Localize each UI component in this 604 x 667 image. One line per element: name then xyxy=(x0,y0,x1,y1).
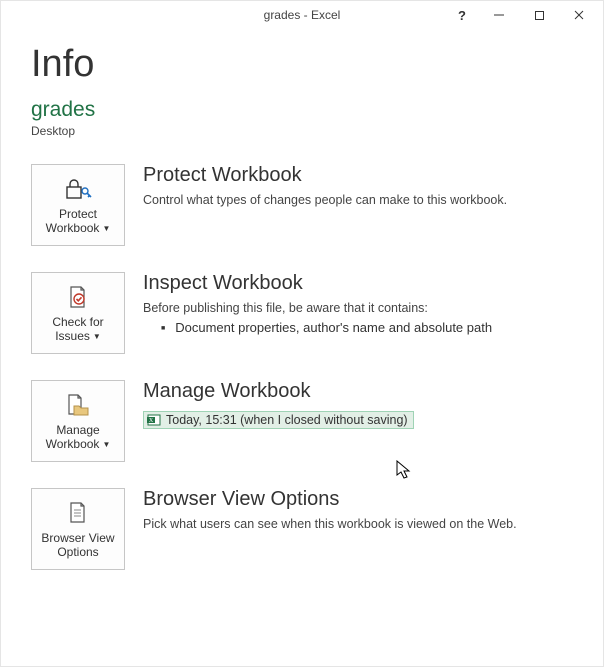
protect-desc: Control what types of changes people can… xyxy=(143,191,573,210)
close-icon xyxy=(573,9,585,21)
inspect-bullet: Document properties, author's name and a… xyxy=(161,320,573,335)
chevron-down-icon: ▼ xyxy=(93,332,101,341)
minimize-button[interactable] xyxy=(479,3,519,27)
backstage-content: Info grades Desktop Protect Workbook▼ Pr… xyxy=(1,29,603,600)
minimize-icon xyxy=(493,9,505,21)
document-check-icon xyxy=(66,283,90,311)
section-inspect: Check for Issues▼ Inspect Workbook Befor… xyxy=(31,272,573,354)
autosave-version-item[interactable]: X Today, 15:31 (when I closed without sa… xyxy=(143,411,414,429)
document-name: grades xyxy=(31,98,573,122)
help-button[interactable]: ? xyxy=(445,3,479,27)
section-protect: Protect Workbook▼ Protect Workbook Contr… xyxy=(31,164,573,246)
browser-view-options-button[interactable]: Browser View Options xyxy=(31,488,125,570)
version-label: Today, 15:31 (when I closed without savi… xyxy=(166,413,408,427)
tile-label: Protect Workbook xyxy=(46,207,100,235)
check-for-issues-button[interactable]: Check for Issues▼ xyxy=(31,272,125,354)
section-browser-view: Browser View Options Browser View Option… xyxy=(31,488,573,570)
section-manage: Manage Workbook▼ Manage Workbook X Today… xyxy=(31,380,573,462)
tile-label: Browser View Options xyxy=(41,531,114,559)
protect-workbook-button[interactable]: Protect Workbook▼ xyxy=(31,164,125,246)
maximize-icon xyxy=(534,10,545,21)
excel-file-icon: X xyxy=(147,413,161,427)
title-bar: grades - Excel ? xyxy=(1,1,603,29)
svg-text:X: X xyxy=(149,418,154,424)
document-path: Desktop xyxy=(31,124,573,138)
lock-key-icon xyxy=(64,175,92,203)
protect-title: Protect Workbook xyxy=(143,164,573,187)
inspect-desc: Before publishing this file, be aware th… xyxy=(143,299,573,318)
page-title: Info xyxy=(31,43,573,86)
document-folder-icon xyxy=(65,391,91,419)
chevron-down-icon: ▼ xyxy=(102,440,110,449)
maximize-button[interactable] xyxy=(519,3,559,27)
close-button[interactable] xyxy=(559,3,599,27)
manage-title: Manage Workbook xyxy=(143,380,573,403)
document-browser-icon xyxy=(66,499,90,527)
tile-label: Manage Workbook xyxy=(46,423,100,451)
inspect-title: Inspect Workbook xyxy=(143,272,573,295)
browser-title: Browser View Options xyxy=(143,488,573,511)
chevron-down-icon: ▼ xyxy=(102,224,110,233)
manage-workbook-button[interactable]: Manage Workbook▼ xyxy=(31,380,125,462)
browser-desc: Pick what users can see when this workbo… xyxy=(143,515,573,534)
